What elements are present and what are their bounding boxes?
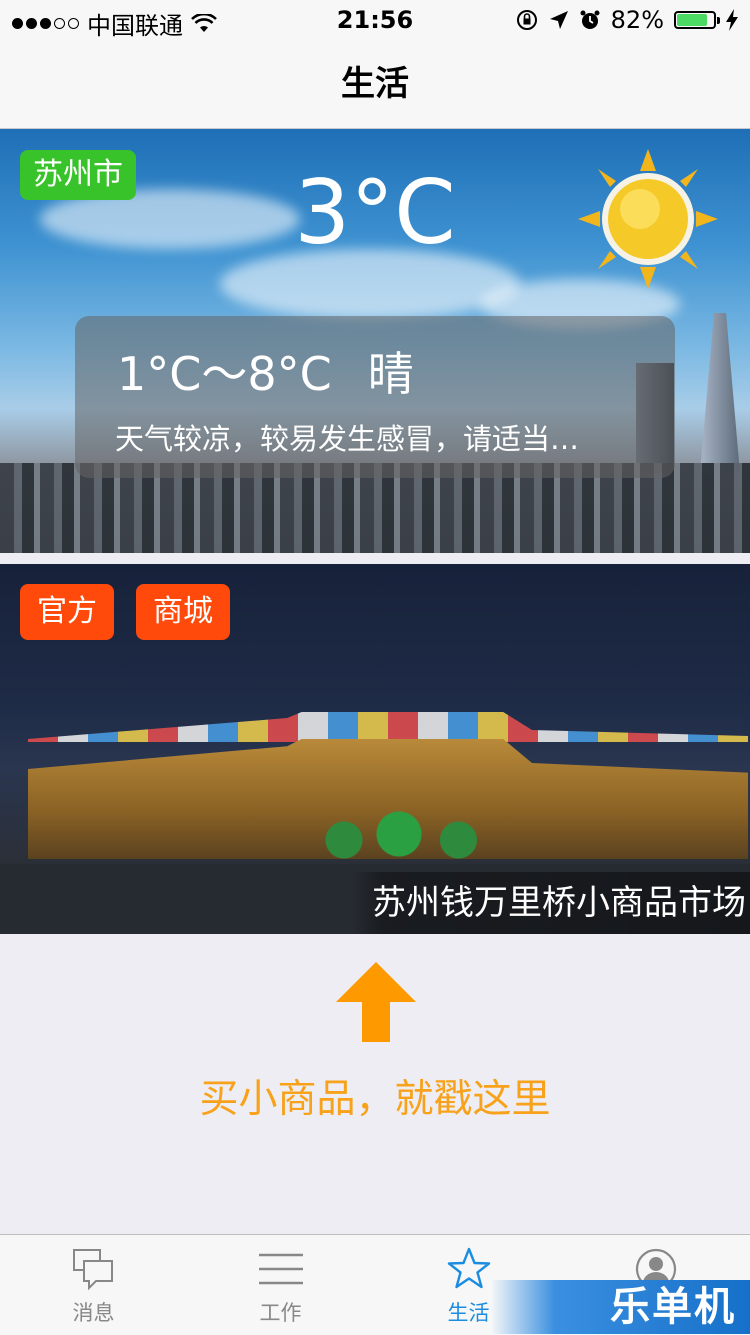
temperature-range-line: 1°C～8°C 晴	[117, 338, 414, 404]
up-arrow-icon[interactable]	[336, 962, 416, 1042]
mall-banner[interactable]: 官方 商城 苏州钱万里桥小商品市场	[0, 564, 750, 934]
tab-messages[interactable]: 消息	[0, 1235, 187, 1335]
promo-text[interactable]: 买小商品，就戳这里	[0, 1068, 750, 1124]
tag-official: 官方	[20, 584, 114, 640]
weather-card[interactable]: 苏州市 3°C 1°C～8°C 晴 天气较凉，较易发生感冒，请适当…	[0, 129, 750, 553]
battery-icon	[674, 11, 720, 29]
location-arrow-icon	[549, 11, 568, 29]
skyscraper	[700, 313, 740, 473]
weather-detail-panel: 1°C～8°C 晴 天气较凉，较易发生感冒，请适当…	[75, 316, 675, 478]
sun-icon	[578, 149, 718, 289]
battery-level-fill	[677, 14, 707, 26]
billboard-strip	[28, 712, 748, 742]
tab-work[interactable]: 工作	[187, 1235, 374, 1335]
temperature-range: 1°C～8°C	[117, 347, 332, 401]
alarm-icon	[580, 10, 600, 29]
rotation-lock-icon	[516, 10, 537, 30]
mall-caption: 苏州钱万里桥小商品市场	[352, 872, 750, 934]
page-title: 生活	[341, 64, 409, 104]
trees	[300, 804, 520, 864]
status-bar: 中国联通 21:56 82%	[0, 0, 750, 40]
watermark-text: 乐单机	[610, 1284, 736, 1330]
weather-condition: 晴	[367, 347, 414, 401]
message-icon	[73, 1249, 113, 1291]
charging-bolt-icon	[726, 9, 738, 31]
battery-percent: 82%	[610, 6, 664, 34]
tab-label: 消息	[72, 1301, 115, 1325]
tab-label: 工作	[259, 1301, 302, 1325]
navigation-bar: 生活	[0, 40, 750, 129]
tag-mall: 商城	[136, 584, 230, 640]
star-icon	[447, 1247, 491, 1289]
watermark-logo: 乐单机	[490, 1280, 750, 1334]
status-right: 82%	[515, 6, 738, 34]
menu-lines-icon	[259, 1253, 303, 1285]
weather-advice: 天气较凉，较易发生感冒，请适当…	[115, 422, 580, 456]
